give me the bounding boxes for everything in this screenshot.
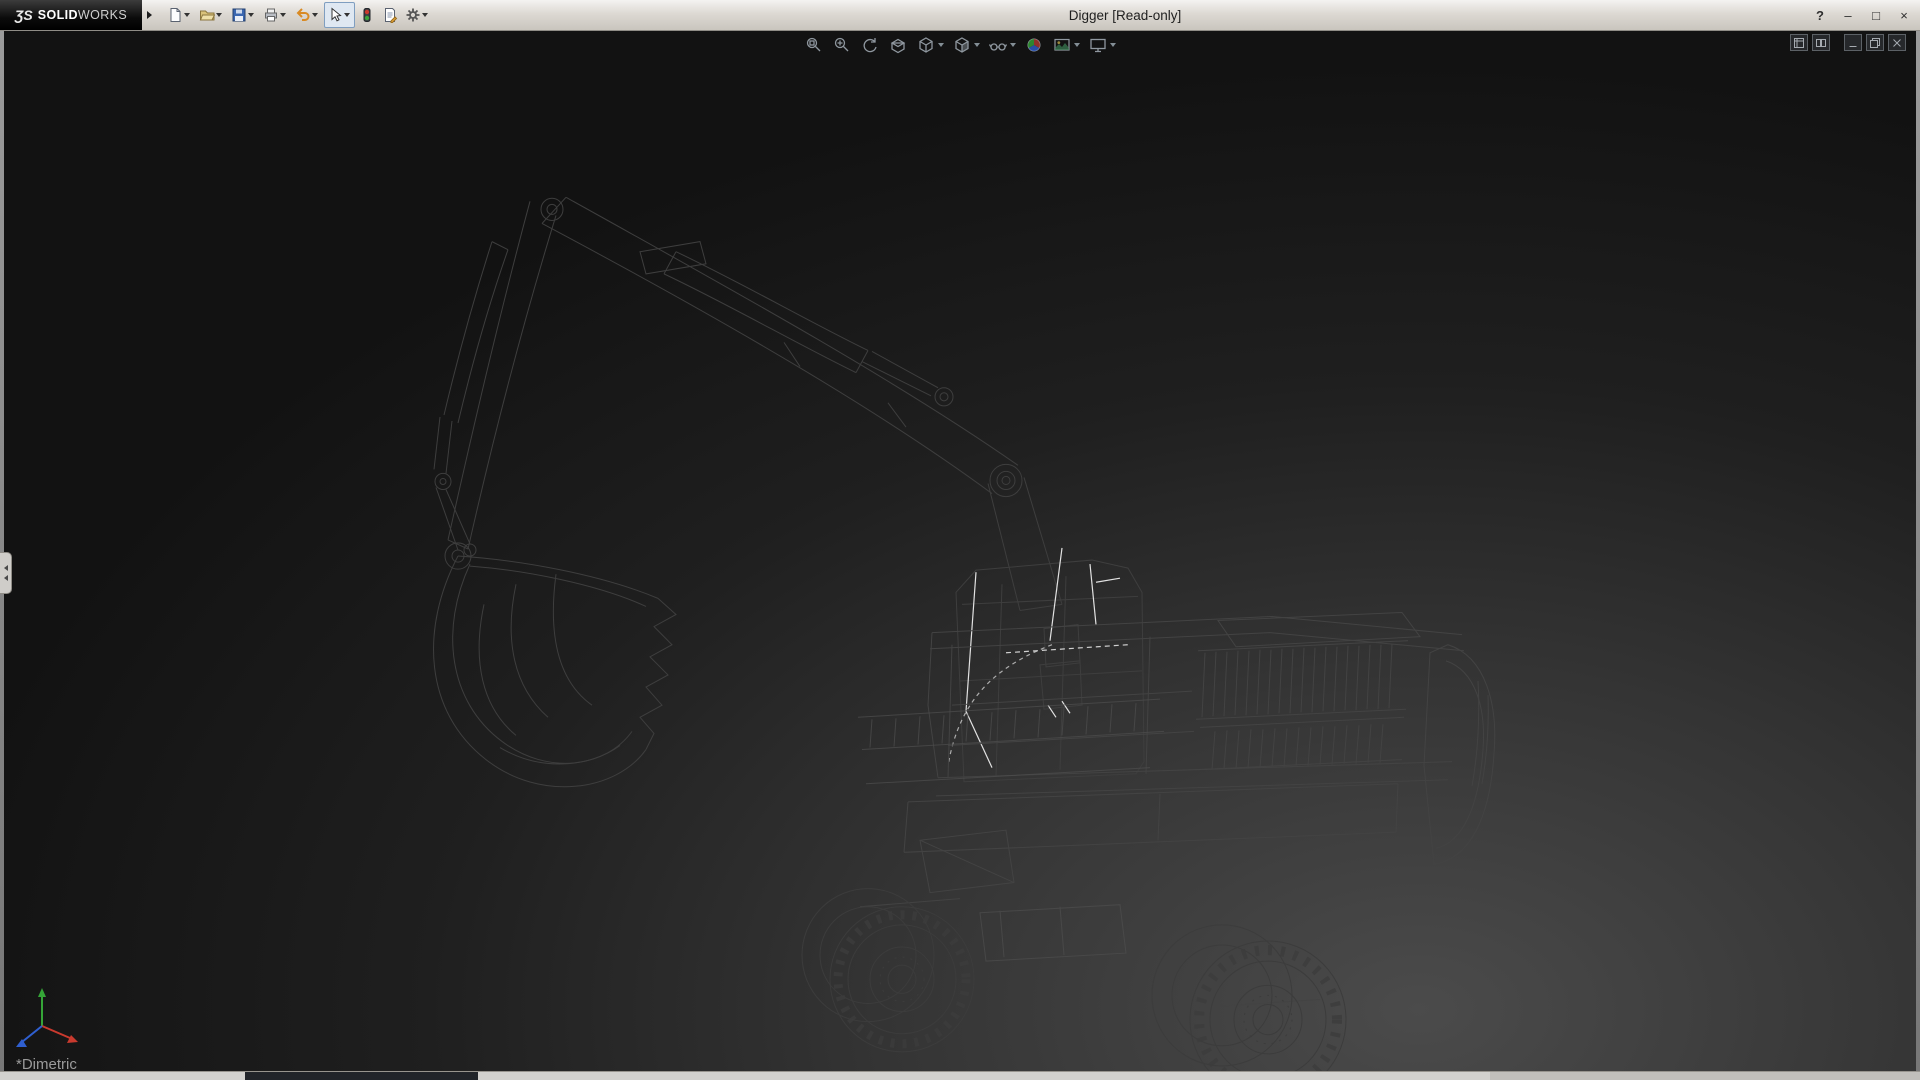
- reference-triad: [12, 986, 84, 1058]
- view-settings-button[interactable]: [1088, 35, 1116, 55]
- apply-scene-icon: [1052, 35, 1072, 55]
- zoom-to-area-button[interactable]: [832, 35, 852, 55]
- zoom-to-area-icon: [832, 35, 852, 55]
- wheel-lines: [802, 889, 1346, 1072]
- open-button[interactable]: [196, 2, 227, 28]
- taskbar-strip[interactable]: [0, 1071, 1920, 1080]
- display-style-icon: [952, 35, 972, 55]
- print-icon: [263, 7, 279, 23]
- model-wireframe-digger[interactable]: [4, 30, 1916, 1072]
- section-view-icon: [888, 35, 908, 55]
- hidden-edge-lines: [858, 699, 1164, 961]
- select-dropdown[interactable]: [344, 13, 350, 17]
- standard-toolbar: [164, 2, 433, 28]
- zoom-to-fit-icon: [804, 35, 824, 55]
- titlebar: ƷS SOLIDWORKS: [0, 0, 1920, 31]
- edit-appearance-button[interactable]: [1024, 35, 1044, 55]
- display-style-button[interactable]: [952, 35, 980, 55]
- window-frame-right: [1916, 30, 1920, 1072]
- print-dropdown[interactable]: [280, 13, 286, 17]
- tile-windows-button[interactable]: [1812, 34, 1830, 51]
- edit-appearance-ball-icon: [1024, 35, 1044, 55]
- options-button[interactable]: [402, 2, 433, 28]
- boom-arm-lines: [434, 197, 1062, 610]
- save-button[interactable]: [228, 2, 259, 28]
- apply-scene-dropdown[interactable]: [1074, 43, 1080, 47]
- open-folder-icon: [199, 7, 215, 23]
- options-gear-icon: [405, 7, 421, 23]
- heads-up-view-toolbar: [804, 35, 1116, 55]
- open-dropdown[interactable]: [216, 13, 222, 17]
- taskbar-segment-light[interactable]: [1490, 1072, 1920, 1080]
- solidworks-logo-mark-icon: ƷS: [15, 7, 33, 23]
- solidworks-brand-text: SOLIDWORKS: [38, 8, 127, 22]
- collapse-arrow-icon: [4, 575, 8, 581]
- bucket-lines: [434, 556, 676, 787]
- display-style-dropdown[interactable]: [974, 43, 980, 47]
- document-window-controls: [1790, 34, 1906, 51]
- select-button[interactable]: [324, 2, 355, 28]
- view-orientation-cube-icon: [916, 35, 936, 55]
- undo-button[interactable]: [292, 2, 323, 28]
- fullscreen-icon: [1793, 37, 1805, 49]
- close-document-button[interactable]: [1888, 34, 1906, 51]
- new-document-dropdown[interactable]: [184, 13, 190, 17]
- close-document-icon: [1891, 37, 1903, 49]
- window-frame-left: [0, 30, 4, 1072]
- rebuild-button[interactable]: [356, 2, 378, 28]
- triad-z-axis: [22, 1026, 42, 1042]
- section-view-button[interactable]: [888, 35, 908, 55]
- restore-document-button[interactable]: [1866, 34, 1884, 51]
- previous-view-icon: [860, 35, 880, 55]
- file-properties-button[interactable]: [379, 2, 401, 28]
- previous-view-button[interactable]: [860, 35, 880, 55]
- window-title: Digger [Read-only]: [330, 0, 1920, 30]
- window-controls: ? – □ ×: [1812, 0, 1912, 30]
- new-document-icon: [167, 7, 183, 23]
- minimize-button[interactable]: –: [1840, 6, 1856, 24]
- collapse-arrow-icon: [4, 565, 8, 571]
- file-properties-icon: [382, 7, 398, 23]
- featuremanager-collapse-handle[interactable]: [0, 552, 12, 594]
- minimize-document-icon: [1847, 37, 1859, 49]
- hide-show-glasses-icon: [988, 35, 1008, 55]
- triad-x-axis: [42, 1026, 70, 1038]
- undo-dropdown[interactable]: [312, 13, 318, 17]
- view-orientation-button[interactable]: [916, 35, 944, 55]
- minimize-document-button[interactable]: [1844, 34, 1862, 51]
- flyout-arrow-icon: [147, 11, 152, 19]
- new-document-button[interactable]: [164, 2, 195, 28]
- view-orientation-label: *Dimetric: [16, 1057, 77, 1072]
- restore-document-icon: [1869, 37, 1881, 49]
- undo-arrow-icon: [295, 7, 311, 23]
- rebuild-traffic-icon: [359, 7, 375, 23]
- maximize-button[interactable]: □: [1868, 6, 1884, 24]
- menu-flyout-arrow[interactable]: [142, 0, 156, 30]
- apply-scene-button[interactable]: [1052, 35, 1080, 55]
- view-orientation-dropdown[interactable]: [938, 43, 944, 47]
- fullscreen-document-button[interactable]: [1790, 34, 1808, 51]
- hide-show-items-button[interactable]: [988, 35, 1016, 55]
- graphics-viewport[interactable]: *Dimetric: [4, 30, 1916, 1072]
- view-settings-icon: [1088, 35, 1108, 55]
- view-settings-dropdown[interactable]: [1110, 43, 1116, 47]
- options-dropdown[interactable]: [422, 13, 428, 17]
- save-floppy-icon: [231, 7, 247, 23]
- hide-show-items-dropdown[interactable]: [1010, 43, 1016, 47]
- taskbar-segment-dark[interactable]: [245, 1072, 478, 1080]
- tile-windows-icon: [1815, 37, 1827, 49]
- close-button[interactable]: ×: [1896, 6, 1912, 24]
- help-button[interactable]: ?: [1812, 6, 1828, 24]
- body-deck-lines: [860, 612, 1495, 1007]
- solidworks-logo: ƷS SOLIDWORKS: [0, 0, 142, 30]
- select-cursor-icon: [327, 7, 343, 23]
- zoom-to-fit-button[interactable]: [804, 35, 824, 55]
- print-button[interactable]: [260, 2, 291, 28]
- cab-lines: [956, 560, 1144, 782]
- save-dropdown[interactable]: [248, 13, 254, 17]
